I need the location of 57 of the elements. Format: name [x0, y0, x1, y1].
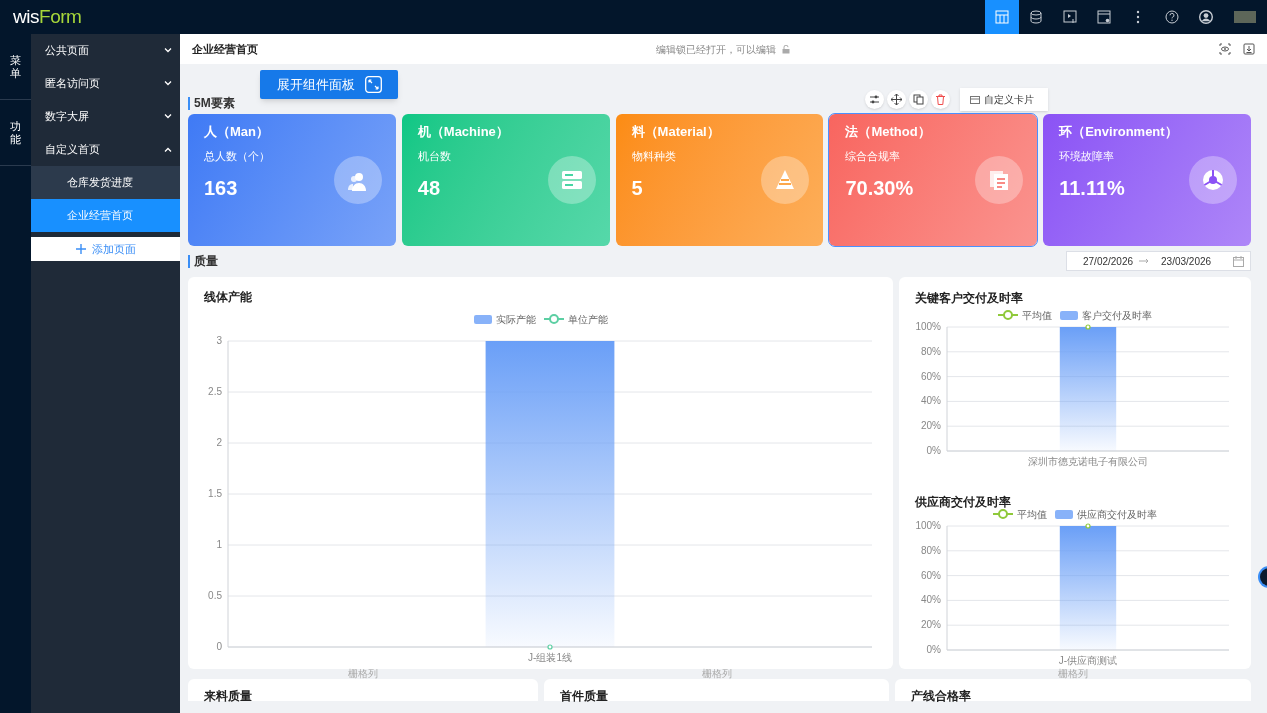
axis-tick-label: 100%: [915, 321, 941, 332]
grid-column-label: 栅格列: [1058, 668, 1088, 679]
legend-label: 实际产能: [495, 312, 536, 327]
axis-tick-label: 40%: [921, 395, 941, 407]
axis-category-label: 深圳市德克诺电子有限公司: [1028, 456, 1148, 467]
axis-tick-label: 20%: [921, 619, 941, 631]
grid-column-label: 栅格列: [701, 668, 732, 679]
card-label: 环境故障率: [1059, 149, 1116, 165]
card-value: 48: [417, 175, 442, 201]
chart-title: 产线合格率: [911, 689, 972, 703]
chart-title: 关键客户交付及时率: [915, 290, 1024, 307]
section-title: 5M要素: [188, 97, 235, 110]
axis-tick-label: 60%: [921, 370, 941, 382]
chart-title: 来料质量: [204, 689, 252, 703]
card-label: 机台数: [417, 149, 451, 165]
legend-label: 平均值: [1017, 507, 1047, 522]
card-value: 163: [204, 175, 239, 201]
card-value: 70.30%: [845, 175, 914, 201]
edit-lock-status: 编辑锁已经打开，可以编辑: [656, 42, 776, 57]
legend-label: 平均值: [1022, 308, 1052, 323]
axis-tick-label: 0%: [926, 445, 941, 456]
axis-tick-label: 80%: [921, 544, 941, 556]
axis-tick-label: 1.5: [208, 488, 222, 499]
legend-label: 供应商交付及时率: [1077, 507, 1157, 522]
card-label: 总人数（个）: [204, 149, 270, 165]
axis-tick-label: 0: [216, 641, 222, 652]
axis-tick-label: 0%: [926, 644, 941, 655]
axis-tick-label: 100%: [915, 520, 941, 531]
section-title: 质量: [188, 254, 218, 268]
axis-tick-label: 20%: [921, 420, 941, 432]
card-title: 机（Machine）: [417, 123, 510, 141]
card-title: 料（Material）: [631, 123, 721, 141]
card-value: 11.11%: [1059, 175, 1125, 201]
card-label: 物料种类: [631, 149, 676, 165]
axis-tick-label: 40%: [921, 594, 941, 606]
axis-category-label: J-组装1线: [528, 652, 572, 663]
page-title: 企业经营首页: [192, 41, 259, 57]
chart-title: 供应商交付及时率: [915, 494, 1012, 508]
card-label: 综合合规率: [845, 149, 902, 165]
chart-title: 线体产能: [204, 289, 253, 306]
card-title: 人（Man）: [204, 123, 270, 141]
card-title: 环（Environment）: [1059, 123, 1179, 141]
axis-tick-label: 80%: [921, 345, 941, 357]
axis-tick-label: 2.5: [208, 386, 222, 397]
legend-label: 客户交付及时率: [1082, 308, 1152, 323]
chart-title: 首件质量: [560, 689, 608, 703]
legend-label: 单位产能: [567, 312, 608, 327]
axis-tick-label: 60%: [921, 569, 941, 581]
axis-tick-label: 3: [216, 335, 222, 346]
grid-column-label: 栅格列: [348, 668, 378, 679]
card-value: 5: [631, 175, 644, 201]
axis-tick-label: 1: [216, 539, 222, 550]
wisform-logo: wisForm: [12, 4, 82, 29]
axis-category-label: J-供应商测试: [1058, 655, 1118, 666]
card-title: 法（Method）: [845, 123, 932, 141]
axis-tick-label: 0.5: [208, 590, 222, 601]
axis-tick-label: 2: [216, 437, 222, 448]
